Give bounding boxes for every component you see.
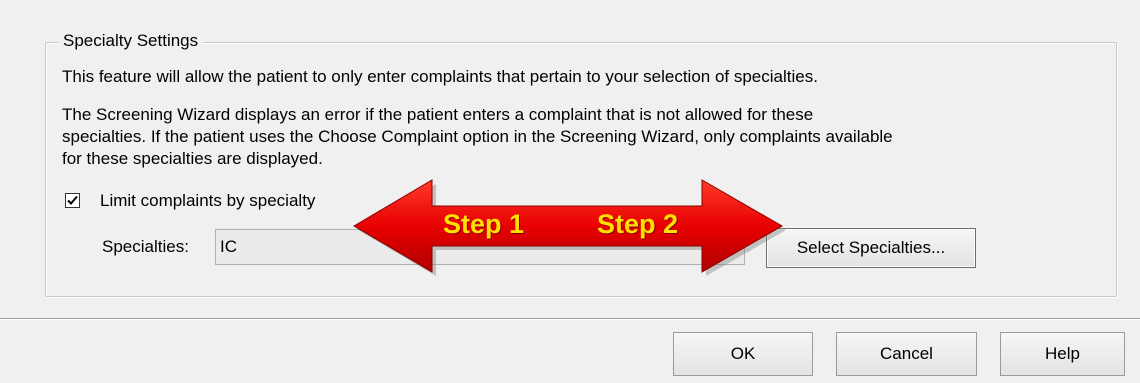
description-line-1: The Screening Wizard displays an error i…	[62, 105, 814, 124]
description-text: This feature will allow the patient to o…	[62, 67, 818, 86]
limit-complaints-label[interactable]: Limit complaints by specialty	[100, 190, 315, 212]
double-arrow-icon	[353, 179, 786, 276]
step-1-label: Step 1	[443, 209, 525, 239]
help-button[interactable]: Help	[1000, 332, 1125, 376]
footer-divider-highlight	[0, 319, 1140, 320]
group-title: Specialty Settings	[58, 30, 204, 52]
ok-button[interactable]: OK	[673, 332, 813, 376]
description-line-3: for these specialties are displayed.	[62, 149, 323, 168]
checkmark-icon	[67, 195, 78, 205]
specialties-label: Specialties:	[102, 237, 189, 256]
step-2-label: Step 2	[597, 209, 679, 239]
description-line-2: specialties. If the patient uses the Cho…	[62, 127, 893, 146]
select-specialties-button[interactable]: Select Specialties...	[766, 228, 976, 268]
cancel-button[interactable]: Cancel	[836, 332, 977, 376]
limit-complaints-checkbox[interactable]	[65, 193, 80, 208]
